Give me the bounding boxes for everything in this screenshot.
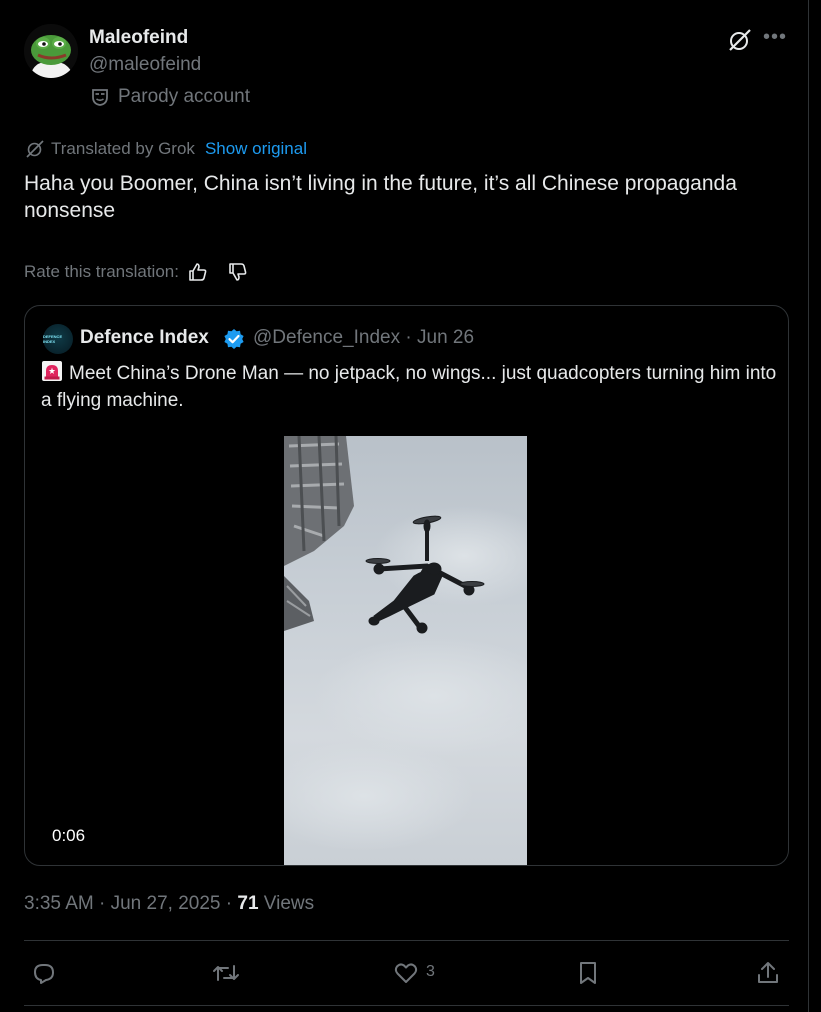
post-column: Maleofeind @maleofeind Parody account ••… <box>0 0 809 1012</box>
rate-label: Rate this translation: <box>24 262 179 281</box>
frog-avatar-image <box>24 24 78 78</box>
reply-icon[interactable] <box>29 958 59 988</box>
quoted-meta: @Defence_Index · Jun 26 <box>253 327 474 349</box>
post-timestamp: 3:35 AM · Jun 27, 2025 · 71 Views <box>24 893 314 915</box>
translation-notice: Translated by Grok Show original <box>25 139 307 159</box>
video-overlay <box>284 436 527 865</box>
divider-bottom <box>24 1005 789 1006</box>
quoted-separator: · <box>405 327 412 348</box>
author-name[interactable]: Maleofeind <box>89 27 188 49</box>
siren-icon <box>41 360 63 382</box>
mask-icon <box>92 89 108 106</box>
quoted-post[interactable]: DEFENCE INDEX Defence Index @Defence_Ind… <box>24 305 789 866</box>
verified-icon <box>223 328 245 350</box>
views-count: 71 <box>237 893 259 914</box>
meta-dot-2: · <box>225 893 233 914</box>
author-handle[interactable]: @maleofeind <box>89 54 201 76</box>
like-icon[interactable] <box>391 958 421 988</box>
thumbs-down-icon[interactable] <box>227 261 249 283</box>
show-original-link[interactable]: Show original <box>205 139 307 159</box>
more-icon[interactable]: ••• <box>762 26 788 52</box>
meta-dot: · <box>99 893 106 914</box>
rate-translation: Rate this translation: <box>24 261 249 283</box>
video-duration: 0:06 <box>52 826 86 845</box>
like-count: 3 <box>426 963 435 980</box>
quoted-author-name[interactable]: Defence Index <box>80 327 209 349</box>
share-icon[interactable] <box>753 958 783 988</box>
grok-small-icon <box>26 140 44 158</box>
translated-by-label: Translated by Grok <box>51 139 195 158</box>
post-time[interactable]: 3:35 AM <box>24 893 94 914</box>
thumbs-up-icon[interactable] <box>187 261 209 283</box>
views-label: Views <box>263 893 315 914</box>
quoted-author-avatar[interactable]: DEFENCE INDEX <box>43 324 73 354</box>
divider <box>24 940 789 941</box>
post-date[interactable]: Jun 27, 2025 <box>111 893 221 914</box>
quoted-handle[interactable]: @Defence_Index <box>253 327 400 348</box>
parody-badge: Parody account <box>90 86 250 108</box>
repost-icon[interactable] <box>211 958 241 988</box>
bookmark-icon[interactable] <box>573 958 603 988</box>
video-player[interactable] <box>284 436 527 865</box>
parody-label: Parody account <box>118 86 251 107</box>
quoted-date[interactable]: Jun 26 <box>417 327 474 348</box>
author-avatar[interactable] <box>24 24 78 78</box>
quoted-text-block: Meet China’s Drone Man — no jetpack, no … <box>41 360 781 414</box>
grok-icon[interactable] <box>727 27 753 53</box>
quoted-avatar-text: DEFENCE INDEX <box>43 334 63 344</box>
post-text: Haha you Boomer, China isn’t living in t… <box>24 172 737 222</box>
quoted-text: Meet China’s Drone Man — no jetpack, no … <box>41 363 777 411</box>
